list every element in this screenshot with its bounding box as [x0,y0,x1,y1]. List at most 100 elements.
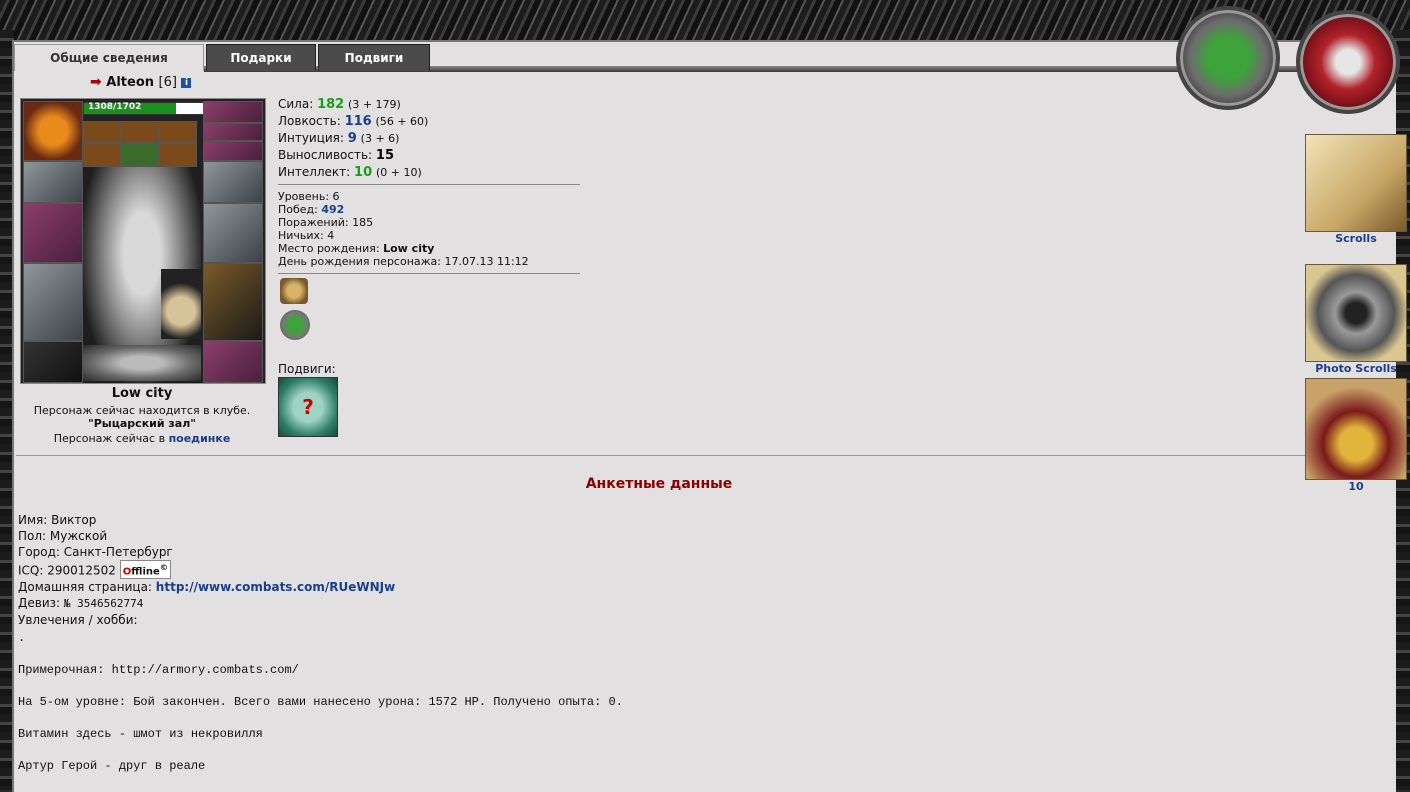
wins-label: Побед: [278,203,318,216]
club-text: Персонаж сейчас находится в клубе. [33,404,251,417]
stat-value: 182 [317,97,345,112]
stat-label: Сила: [278,97,314,111]
stat-label: Интуиция: [278,131,344,145]
stat-value: 9 [347,131,357,146]
motto-label: Девиз: [18,596,61,611]
info-block: Уровень: 6 Побед: 492 Поражений: 185 Нич… [278,190,529,268]
level-value: 6 [332,190,340,203]
armor-slot[interactable] [23,263,83,341]
duel-prefix: Персонаж сейчас в [53,432,166,445]
boots-slot[interactable] [203,341,263,383]
weapon-slot[interactable] [23,203,83,263]
homepage-link[interactable]: http://www.combats.com/RUeWNJw [156,580,395,594]
earring-slot[interactable] [203,101,263,123]
stats-block: Сила: 182 (3 + 179) Ловкость: 116 (56 + … [278,96,428,181]
amulet-slot[interactable] [203,123,263,141]
wins-value: 492 [321,203,345,216]
losses-value: 185 [352,216,374,229]
hp-text: 1308/1702 [88,102,142,112]
helmet-slot[interactable] [23,101,83,161]
photo-scrolls-label[interactable]: Photo Scrolls [1304,362,1408,376]
club-name: "Рыцарский зал" [87,417,197,430]
section-divider [16,455,1306,456]
ring-slot-2[interactable] [121,121,159,143]
icq-status-badge[interactable]: Offline© [119,560,172,580]
scrolls-label[interactable]: Scrolls [1304,232,1408,246]
gloves-slot[interactable] [203,161,263,203]
stat-row: Ловкость: 116 (56 + 60) [278,113,428,130]
knight-question-icon[interactable]: ? [278,377,338,437]
potion-slot-2[interactable] [121,143,159,167]
ring-slot-3[interactable] [159,121,197,143]
photo-scrolls-item[interactable]: Photo Scrolls [1304,264,1408,376]
stat-detail: (3 + 179) [348,98,401,111]
stat-row: Сила: 182 (3 + 179) [278,96,428,113]
birthday-label: День рождения персонажа: [278,255,441,268]
fist-button[interactable] [1296,10,1400,114]
hp-bar: 1308/1702 [83,102,205,115]
divider [278,184,580,185]
pet-avatar[interactable] [161,269,201,339]
pants-slot[interactable] [203,263,263,341]
scrolls-item[interactable]: Scrolls [1304,134,1408,246]
icq-number: ICQ: 290012502 [18,563,116,578]
profile-icq: ICQ: 290012502 Offline© [18,560,395,580]
profile-motto: Девиз: № 3546562774 [18,595,395,612]
profile-homepage: Домашняя страница: http://www.combats.co… [18,579,395,595]
birthplace-label: Место рождения: [278,242,380,255]
draws-value: 4 [327,229,335,242]
book-item[interactable]: 10 [1304,378,1408,494]
profile-gender: Пол: Мужской [18,529,108,543]
tab-bar: Общие сведения Подарки Подвиги [14,44,432,72]
draws-label: Ничьих: [278,229,324,242]
profile-city: Город: Санкт-Петербург [18,545,173,559]
scroll-quill-icon[interactable] [1305,134,1407,232]
book-medal-icon[interactable] [1305,378,1407,480]
club-emblem [83,345,201,381]
stat-value: 15 [375,148,394,163]
duel-status: Персонаж сейчас в поединке [14,432,270,445]
duel-link[interactable]: поединке [169,432,231,445]
level-label: Уровень: [278,190,330,203]
info-icon[interactable]: i [181,77,192,88]
camera-icon[interactable] [1305,264,1407,362]
stat-label: Выносливость: [278,148,373,162]
location-name: Low city [111,386,173,401]
homepage-label: Домашняя страница: [18,580,152,595]
belt-slot[interactable] [23,341,83,383]
tab-feats[interactable]: Подвиги [318,44,430,71]
stat-row: Интуиция: 9 (3 + 6) [278,130,428,147]
clover-badge-icon[interactable] [280,310,310,340]
divider [278,273,580,274]
stat-value: 10 [354,165,373,180]
main-content: Общие сведения Подарки Подвиги ➡ Alteon … [12,40,1407,792]
losses-label: Поражений: [278,216,349,229]
motto-value: № 3546562774 [63,597,144,611]
shield-slot[interactable] [203,203,263,263]
profile-name: Имя: Виктор [18,513,97,527]
compass-icon[interactable] [280,278,308,304]
bracer-slot[interactable] [23,161,83,203]
tab-general[interactable]: Общие сведения [14,44,204,71]
rings-slot[interactable] [203,141,263,161]
status-text: ffline [131,566,160,578]
book-count[interactable]: 10 [1304,480,1408,494]
character-doll: 1308/1702 [20,98,266,384]
stat-detail: (3 + 6) [360,132,400,145]
tab-gifts[interactable]: Подарки [206,44,316,71]
stat-label: Интеллект: [278,165,351,179]
stat-row: Интеллект: 10 (0 + 10) [278,164,428,181]
status-dot: O [122,566,132,578]
stat-value: 116 [344,114,372,129]
arrow-icon[interactable]: ➡ [90,74,102,90]
birthday-value: 17.07.13 11:12 [444,255,529,268]
potion-slot-3[interactable] [159,143,197,167]
profile-hobby-label: Увлечения / хобби: [18,613,138,628]
character-level: [6] [158,75,177,90]
ring-slot-1[interactable] [83,121,121,143]
birthplace-value: Low city [383,242,435,255]
potion-slot-1[interactable] [83,143,121,167]
clover-button[interactable] [1176,6,1280,110]
character-name[interactable]: Alteon [106,75,154,90]
profile-hobby-text: . Примерочная: http://armory.combats.com… [18,631,623,773]
